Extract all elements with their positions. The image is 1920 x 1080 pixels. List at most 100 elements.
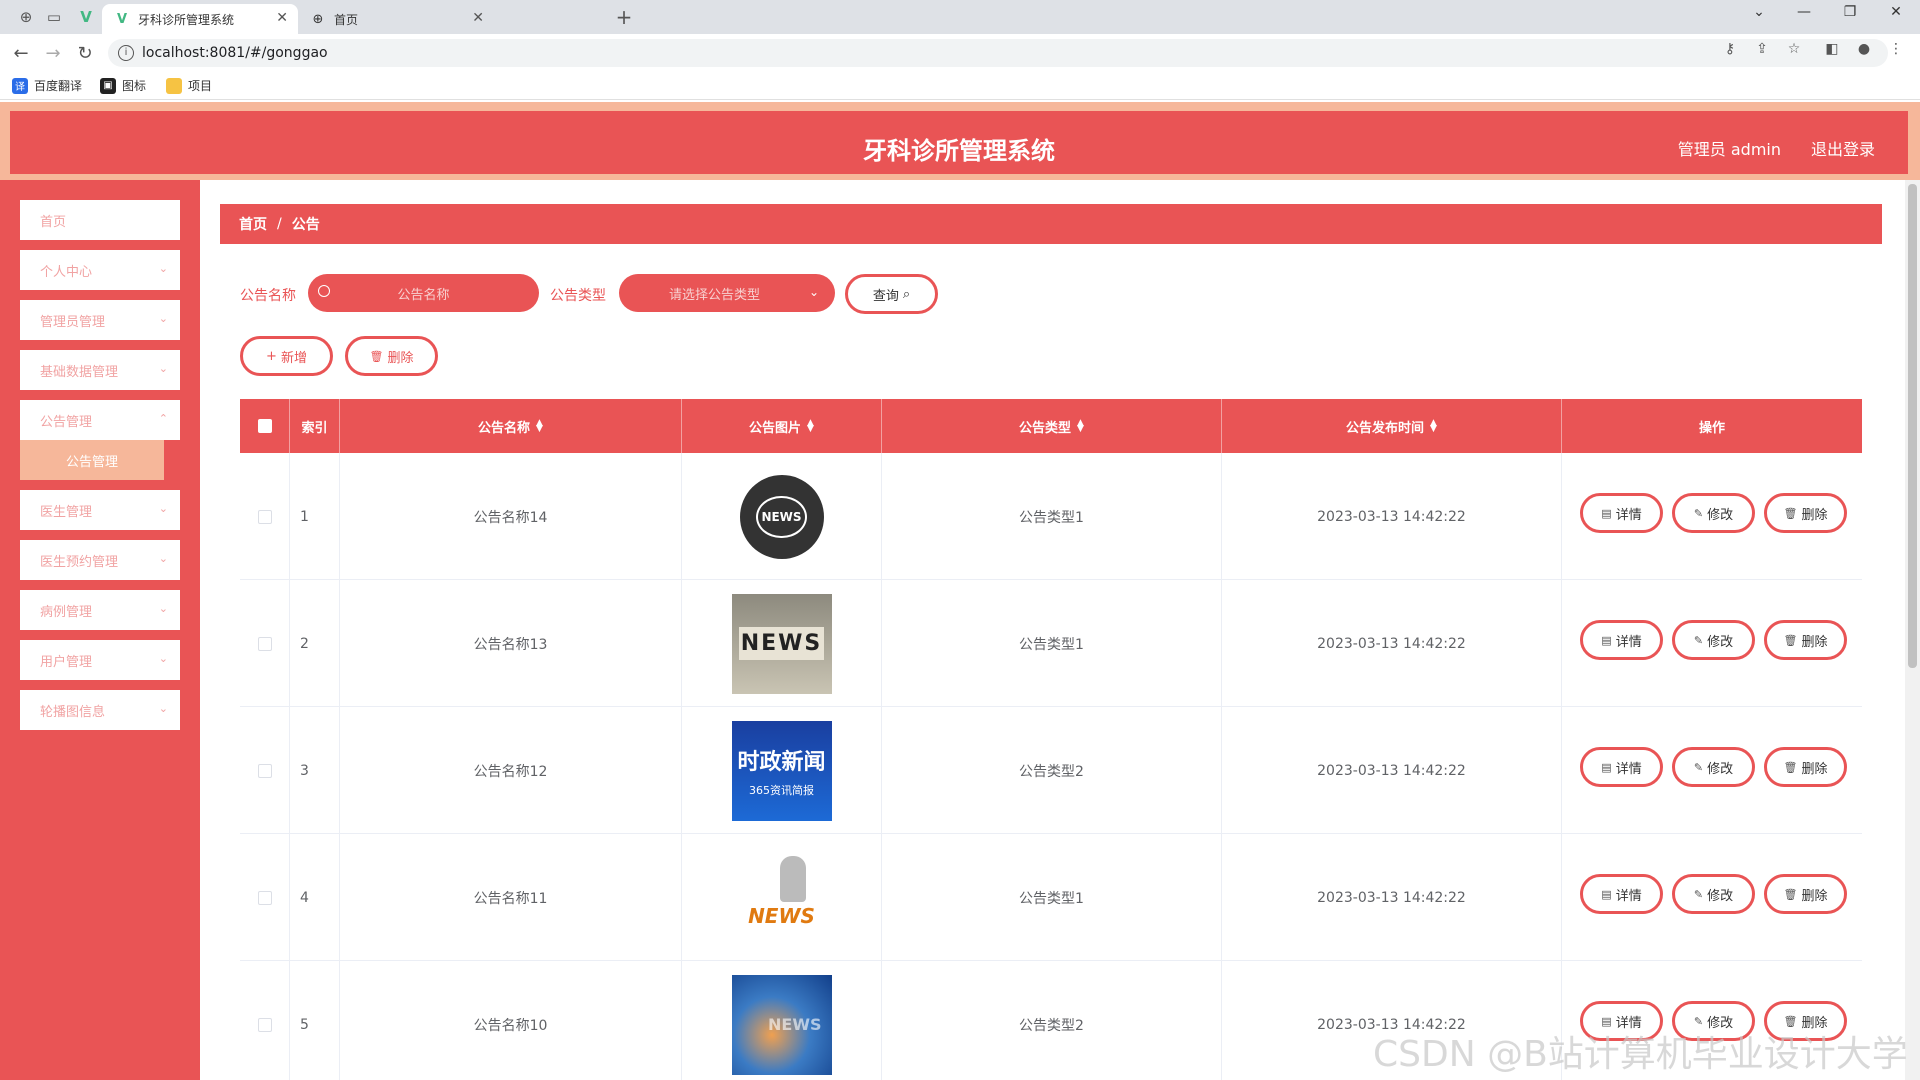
scrollbar-thumb[interactable] [1908,184,1917,668]
header-bar: 牙科诊所管理系统 管理员 admin 退出登录 [10,111,1908,174]
sidebar-item-label: 首页 [40,214,67,230]
sidebar-item-label: 医生管理 [40,504,93,520]
new-tab-icon[interactable]: + [614,5,634,29]
url-field[interactable]: i localhost:8081/#/gonggao [108,39,1888,67]
tab-active[interactable]: V 牙科诊所管理系统 ✕ [102,4,298,34]
profile-icon[interactable]: ● [1852,41,1876,57]
sort-icon[interactable]: ▲ ▼ [1430,419,1437,434]
trash-icon: 🗑 [369,349,384,363]
row-checkbox[interactable] [257,890,272,905]
document-icon: ▤ [1601,506,1612,520]
vue-icon[interactable]: V [76,7,96,27]
detail-label: 详情 [1615,634,1642,650]
sidebar-item-doctors[interactable]: 医生管理 ⌄ [20,490,180,530]
col-label: 公告图片 [749,420,802,436]
info-icon[interactable]: i [118,45,134,61]
minimize-icon[interactable]: — [1790,4,1818,20]
sidebar-item-admins[interactable]: 管理员管理 ⌄ [20,300,180,340]
sort-icon[interactable]: ▲ ▼ [1077,419,1084,434]
type-cell: 公告类型2 [882,961,1222,1080]
notice-type-select[interactable]: 请选择公告类型 ⌄ [619,274,835,312]
select-all-header[interactable] [240,399,290,453]
col-time[interactable]: 公告发布时间 ▲ ▼ [1222,399,1562,453]
sidebar-item-users[interactable]: 用户管理 ⌄ [20,640,180,680]
query-button[interactable]: 查询 ⌕ [845,274,938,314]
sidebar: 首页 个人中心 ⌄ 管理员管理 ⌄ 基础数据管理 ⌄ 公告管理 ⌃ 公告管理 医生管理 ⌄… [0,180,200,1080]
edit-button[interactable]: ✎ 修改 [1672,747,1755,787]
edit-button[interactable]: ✎ 修改 [1672,493,1755,533]
sidebar-item-home[interactable]: 首页 [20,200,180,240]
sidebar-item-notices[interactable]: 公告管理 ⌃ [20,400,180,440]
sort-icon[interactable]: ▲ ▼ [536,419,543,434]
logout-button[interactable]: 退出登录 [1811,136,1875,160]
share-icon[interactable]: ⇪ [1750,41,1774,57]
row-checkbox[interactable] [257,509,272,524]
edit-label: 修改 [1707,507,1734,523]
col-name[interactable]: 公告名称 ▲ ▼ [340,399,682,453]
breadcrumb-home[interactable]: 首页 [239,214,267,234]
bookmark-project[interactable]: 项目 [166,77,212,94]
main-content: 首页 / 公告 公告名称 公告名称 公告类型 请选择公告类型 ⌄ 查询 ⌕ + … [200,180,1905,1080]
sidebar-item-carousel[interactable]: 轮播图信息 ⌄ [20,690,180,730]
edit-button[interactable]: ✎ 修改 [1672,620,1755,660]
row-checkbox[interactable] [257,1017,272,1032]
edit-button[interactable]: ✎ 修改 [1672,874,1755,914]
batch-delete-button[interactable]: 🗑 删除 [345,336,438,376]
sidebar-item-cases[interactable]: 病例管理 ⌄ [20,590,180,630]
notice-name-label: 公告名称 [240,288,296,304]
delete-button[interactable]: 🗑 删除 [1764,874,1847,914]
globe-icon[interactable]: ⊕ [16,7,36,27]
star-icon[interactable]: ☆ [1782,41,1806,57]
delete-button[interactable]: 🗑 删除 [1764,747,1847,787]
col-type[interactable]: 公告类型 ▲ ▼ [882,399,1222,453]
bookmark-translate[interactable]: 译 百度翻译 [12,77,82,94]
type-cell: 公告类型1 [882,834,1222,961]
chevron-up-icon: ⌃ [158,412,168,425]
sort-icon[interactable]: ▲ ▼ [807,419,814,434]
sidebar-subitem-notices[interactable]: 公告管理 [20,440,164,480]
menu-icon[interactable]: ⋮ [1884,41,1908,57]
key-icon[interactable]: ⚷ [1718,41,1742,57]
reload-icon[interactable]: ↻ [74,42,96,64]
detail-label: 详情 [1615,888,1642,904]
tab-thumbnail-icon[interactable]: ▭ [44,7,64,27]
time-cell: 2023-03-13 14:42:22 [1222,580,1562,707]
close-icon[interactable]: ✕ [276,10,288,26]
notice-name-input[interactable]: 公告名称 [308,274,539,312]
detail-button[interactable]: ▤ 详情 [1580,747,1663,787]
delete-label: 删除 [1801,761,1828,777]
document-icon: ▤ [1601,633,1612,647]
forward-icon[interactable]: → [42,42,64,64]
select-all-checkbox[interactable] [257,419,272,433]
sidebar-item-basedata[interactable]: 基础数据管理 ⌄ [20,350,180,390]
actions-cell: ▤ 详情 ✎ 修改 🗑 删除 [1562,707,1862,834]
close-window-icon[interactable]: ✕ [1882,4,1910,20]
name-cell: 公告名称10 [340,961,682,1080]
tab-home[interactable]: ⊕ 首页 ✕ [298,4,494,34]
sidepanel-icon[interactable]: ◧ [1820,41,1844,57]
delete-button[interactable]: 🗑 删除 [1764,620,1847,660]
detail-button[interactable]: ▤ 详情 [1580,874,1663,914]
row-checkbox[interactable] [257,763,272,778]
time-cell: 2023-03-13 14:42:22 [1222,453,1562,580]
chevron-down-icon: ⌄ [158,362,168,375]
delete-button[interactable]: 🗑 删除 [1764,493,1847,533]
detail-button[interactable]: ▤ 详情 [1580,493,1663,533]
row-checkbox[interactable] [257,636,272,651]
chevron-down-icon[interactable]: ⌄ [1745,4,1773,20]
bookmark-icons[interactable]: ▣ 图标 [100,77,146,94]
document-icon: ▤ [1601,887,1612,901]
sidebar-subitem-label: 公告管理 [65,454,118,470]
chevron-down-icon: ⌄ [808,285,819,299]
add-button[interactable]: + 新增 [240,336,333,376]
detail-button[interactable]: ▤ 详情 [1580,620,1663,660]
index-cell: 5 [290,961,340,1080]
restore-icon[interactable]: ❐ [1836,4,1864,20]
watermark: CSDN @B站计算机毕业设计大学 [1373,1034,1908,1075]
col-image[interactable]: 公告图片 ▲ ▼ [682,399,882,453]
row-select-cell [240,453,290,580]
sidebar-item-profile[interactable]: 个人中心 ⌄ [20,250,180,290]
close-icon[interactable]: ✕ [472,10,484,26]
sidebar-item-appointments[interactable]: 医生预约管理 ⌄ [20,540,180,580]
back-icon[interactable]: ← [10,42,32,64]
